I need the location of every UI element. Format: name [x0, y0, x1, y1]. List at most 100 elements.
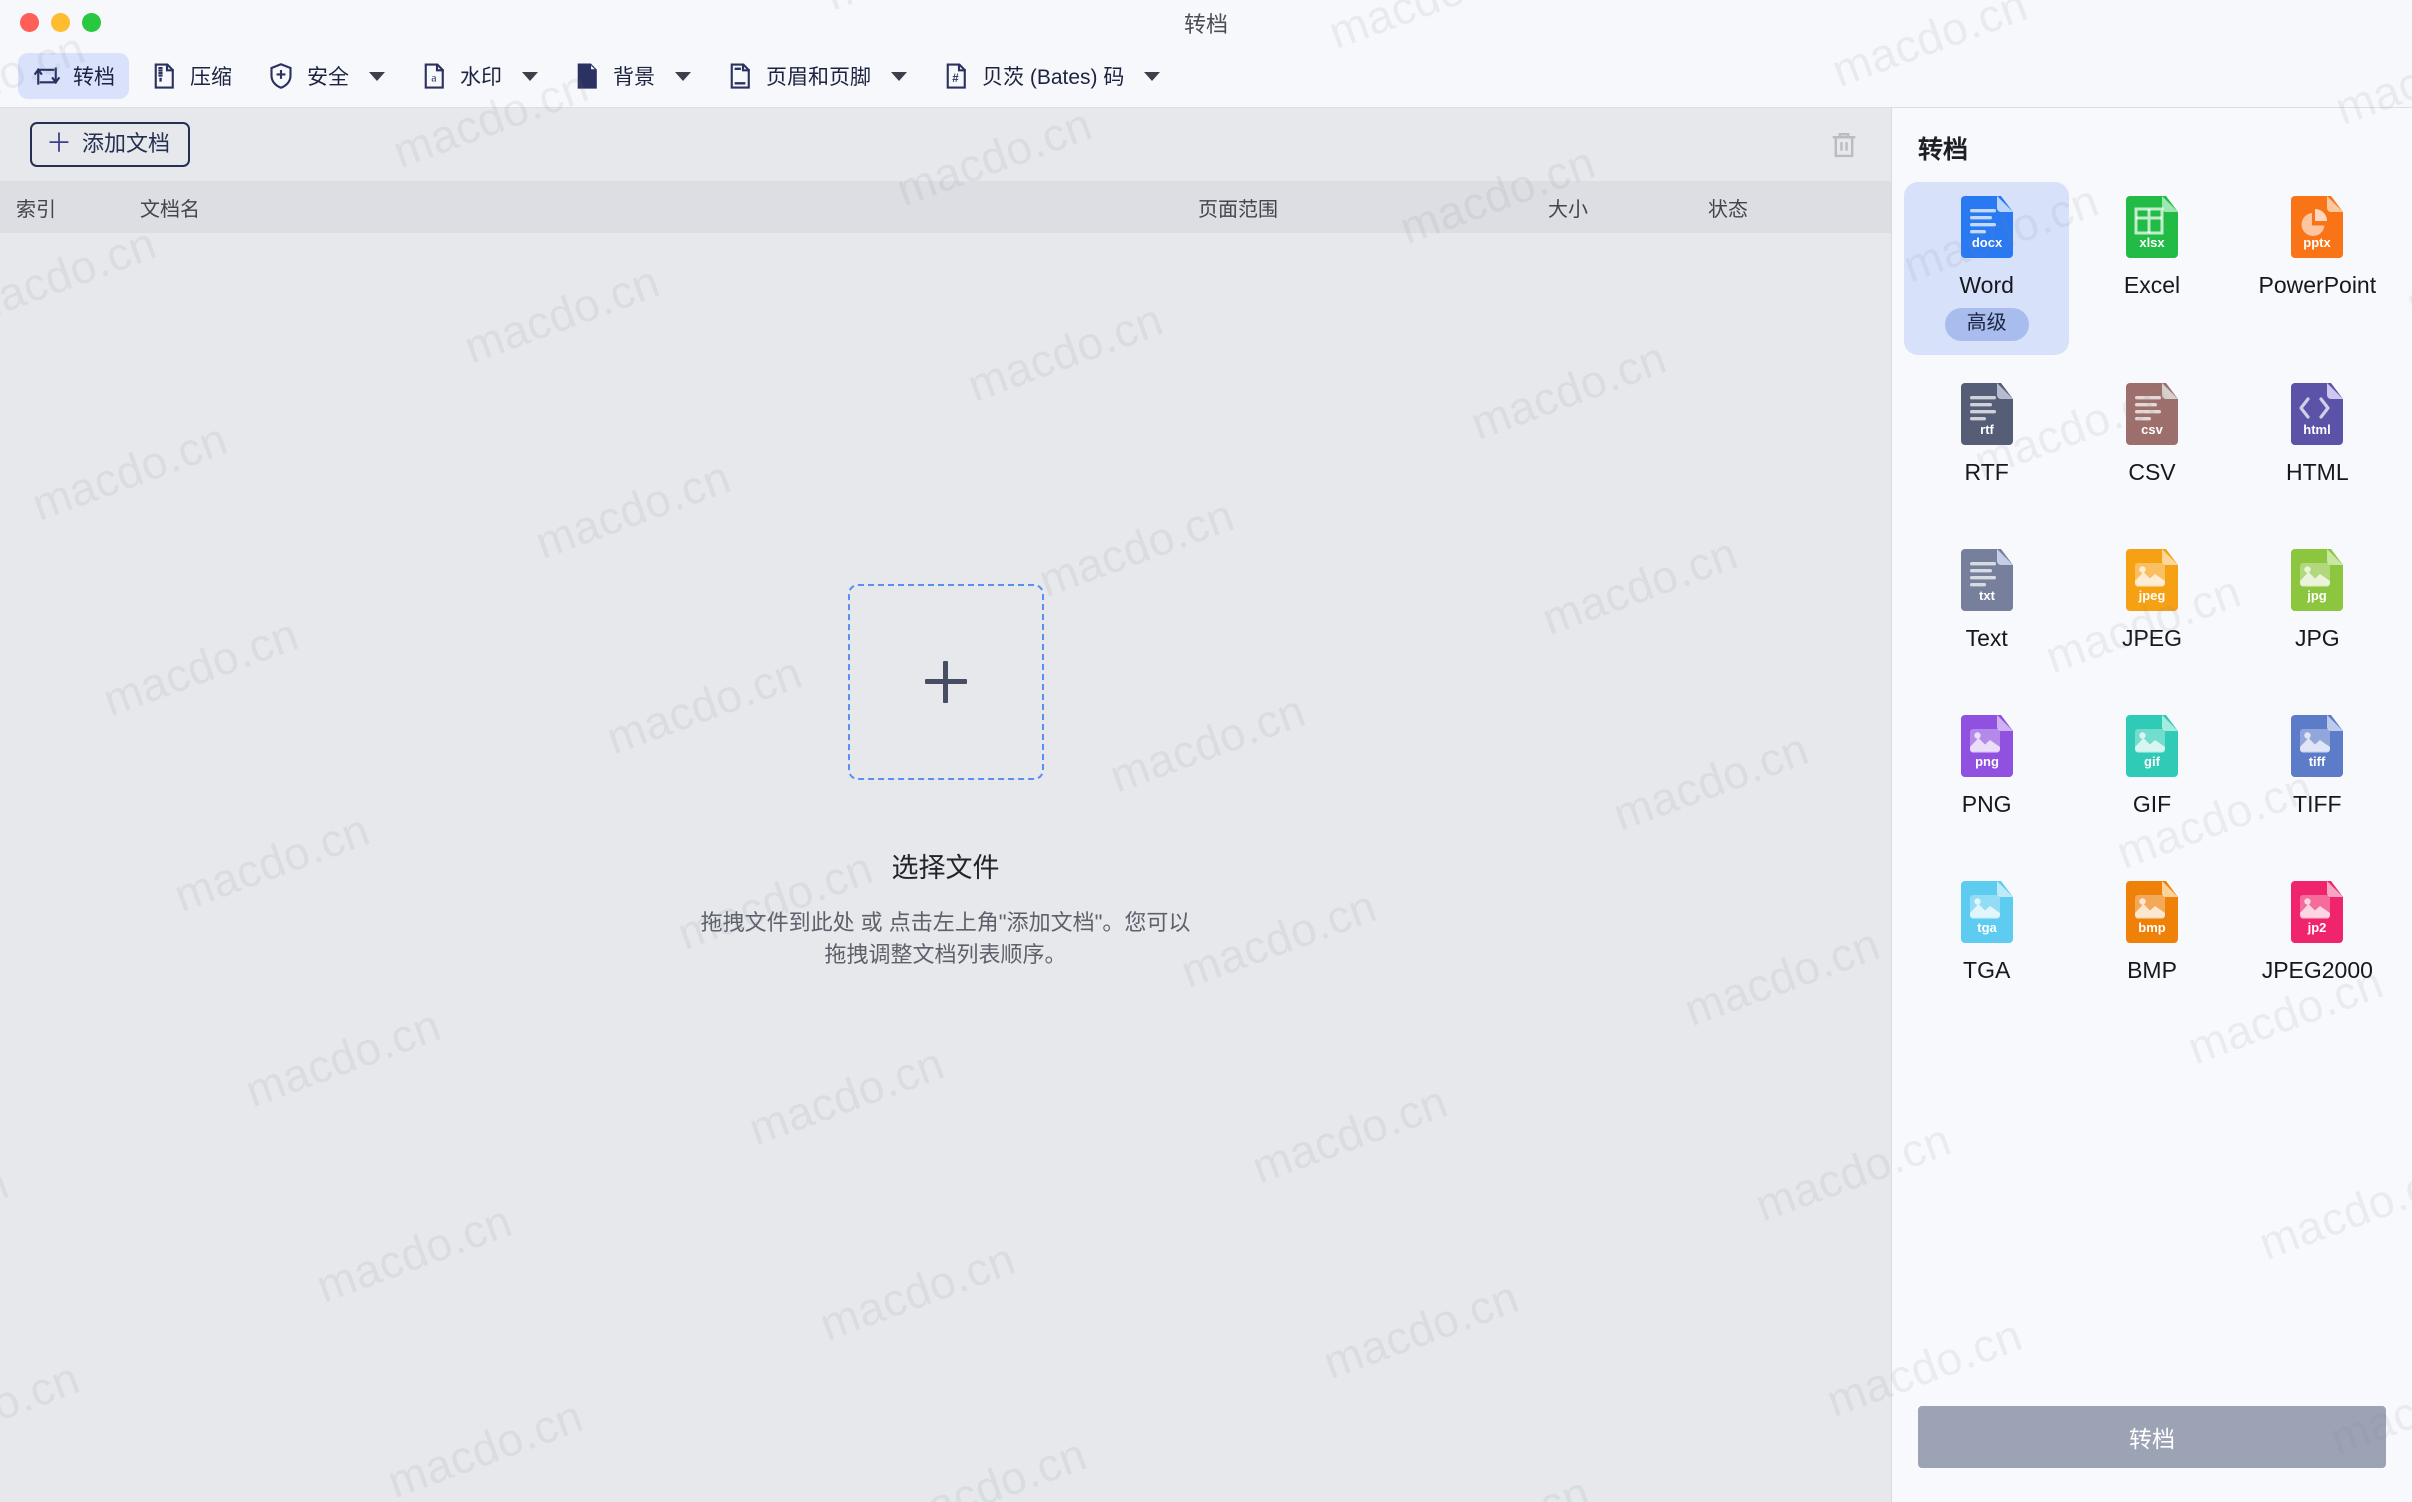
header-footer-document-icon: [725, 61, 755, 91]
column-header-name[interactable]: 文档名: [140, 193, 200, 222]
toolbar-item-4[interactable]: 背景: [558, 53, 705, 99]
body: ＋ 添加文档 索引 文档名 页面范围 大小 状态 选择文件 拖拽文件到此处 或 …: [0, 108, 2412, 1502]
format-option-tga[interactable]: tga TGA: [1904, 867, 2069, 1019]
panel-title: 转档: [1918, 136, 1969, 164]
svg-text:rtf: rtf: [1980, 422, 1994, 437]
svg-text:a: a: [431, 70, 437, 84]
document-list-pane: ＋ 添加文档 索引 文档名 页面范围 大小 状态 选择文件 拖拽文件到此处 或 …: [0, 108, 1891, 1502]
add-document-button[interactable]: ＋ 添加文档: [30, 122, 191, 167]
convert-button[interactable]: 转档: [1918, 1406, 2386, 1468]
svg-text:txt: txt: [1979, 588, 1996, 603]
chevron-down-icon[interactable]: [1144, 71, 1161, 81]
txt-file-icon: txt: [1960, 549, 2013, 611]
tiff-file-icon: tiff: [2291, 715, 2344, 777]
trash-icon: [1832, 132, 1856, 157]
format-option-powerpoint[interactable]: pptx PowerPoint: [2235, 182, 2400, 355]
format-label: PNG: [1961, 791, 2012, 817]
svg-text:xlsx: xlsx: [2139, 235, 2165, 250]
toolbar-item-label: 水印: [460, 66, 502, 89]
svg-text:csv: csv: [2141, 422, 2163, 437]
add-document-label: 添加文档: [82, 131, 171, 156]
column-header-page_range[interactable]: 页面范围: [1198, 193, 1278, 222]
chevron-down-icon[interactable]: [675, 71, 691, 81]
document-table-header: 索引 文档名 页面范围 大小 状态: [0, 181, 1891, 233]
format-label: Word: [1959, 272, 2014, 298]
format-option-tiff[interactable]: tiff TIFF: [2235, 701, 2400, 853]
app-window: 转档 转档 压缩 安全 a 水印 背景 页眉和页脚 # 贝茨 (Bates) 码 ＋ 添加文档: [0, 0, 2412, 1502]
background-filled-document-icon: [572, 61, 602, 91]
compress-document-icon: [149, 61, 179, 91]
toolbar-item-6[interactable]: # 贝茨 (Bates) 码: [927, 53, 1174, 99]
dropzone-title: 选择文件: [891, 853, 1000, 884]
chevron-down-icon[interactable]: [369, 71, 385, 81]
format-label: Text: [1965, 625, 2008, 651]
svg-text:docx: docx: [1971, 235, 2002, 250]
column-header-index[interactable]: 索引: [16, 193, 56, 222]
column-header-status[interactable]: 状态: [1708, 193, 1748, 222]
format-option-rtf[interactable]: rtf RTF: [1904, 369, 2069, 521]
titlebar: 转档: [0, 0, 2412, 45]
format-label: HTML: [2286, 459, 2349, 485]
format-panel: 转档 docx Word 高级 xlsx Excel pptx PowerPoint r…: [1891, 108, 2412, 1502]
svg-text:tiff: tiff: [2309, 754, 2326, 769]
convert-arrows-icon: [32, 61, 62, 91]
svg-text:bmp: bmp: [2138, 920, 2166, 935]
svg-text:tga: tga: [1977, 920, 1997, 935]
toolbar-item-label: 背景: [613, 66, 655, 89]
watermark-a-document-icon: a: [419, 61, 449, 91]
format-label: JPG: [2294, 625, 2340, 651]
format-option-jpeg2000[interactable]: jp2 JPEG2000: [2235, 867, 2400, 1019]
format-label: Excel: [2123, 272, 2181, 298]
dropzone[interactable]: 选择文件 拖拽文件到此处 或 点击左上角"添加文档"。您可以拖拽调整文档列表顺序…: [0, 233, 1891, 1502]
format-label: RTF: [1964, 459, 2009, 485]
svg-text:html: html: [2304, 422, 2331, 437]
jp2-file-icon: jp2: [2291, 881, 2344, 943]
format-option-word[interactable]: docx Word 高级: [1904, 182, 2070, 355]
format-badge: 高级: [1944, 308, 2029, 341]
toolbar-item-label: 贝茨 (Bates) 码: [982, 66, 1125, 89]
toolbar-item-1[interactable]: 压缩: [135, 53, 246, 99]
tga-file-icon: tga: [1960, 881, 2013, 943]
delete-document-button[interactable]: [1823, 124, 1865, 166]
format-label: JPEG: [2121, 625, 2183, 651]
xlsx-file-icon: xlsx: [2125, 196, 2178, 258]
svg-text:jpg: jpg: [2307, 588, 2328, 603]
html-file-icon: html: [2291, 383, 2344, 445]
toolbar-item-0[interactable]: 转档: [18, 53, 129, 99]
plus-icon: ＋: [46, 128, 73, 158]
format-option-excel[interactable]: xlsx Excel: [2069, 182, 2234, 355]
png-file-icon: png: [1960, 715, 2013, 777]
svg-text:png: png: [1975, 754, 1999, 769]
dropzone-target[interactable]: [847, 584, 1044, 781]
svg-text:pptx: pptx: [2304, 235, 2332, 250]
toolbar-item-label: 页眉和页脚: [766, 66, 871, 89]
format-option-jpeg[interactable]: jpeg JPEG: [2069, 535, 2234, 687]
toolbar-item-label: 安全: [307, 66, 349, 89]
dropzone-subtitle: 拖拽文件到此处 或 点击左上角"添加文档"。您可以拖拽调整文档列表顺序。: [700, 910, 1191, 967]
jpg-file-icon: jpg: [2291, 549, 2344, 611]
chevron-down-icon[interactable]: [891, 71, 907, 81]
toolbar-item-3[interactable]: a 水印: [405, 53, 552, 99]
format-option-html[interactable]: html HTML: [2235, 369, 2400, 521]
format-label: TIFF: [2293, 791, 2342, 817]
rtf-file-icon: rtf: [1960, 383, 2013, 445]
format-option-jpg[interactable]: jpg JPG: [2235, 535, 2400, 687]
format-option-csv[interactable]: csv CSV: [2069, 369, 2234, 521]
jpeg-file-icon: jpeg: [2125, 549, 2178, 611]
format-option-gif[interactable]: gif GIF: [2069, 701, 2234, 853]
toolbar-item-2[interactable]: 安全: [252, 53, 399, 99]
format-label: BMP: [2127, 957, 2177, 983]
toolbar-item-5[interactable]: 页眉和页脚: [711, 53, 921, 99]
column-header-size[interactable]: 大小: [1548, 193, 1588, 222]
bmp-file-icon: bmp: [2125, 881, 2178, 943]
format-option-png[interactable]: png PNG: [1904, 701, 2069, 853]
toolbar-item-label: 转档: [73, 66, 115, 89]
svg-text:#: #: [952, 73, 959, 85]
bates-number-document-icon: #: [941, 61, 971, 91]
format-label: GIF: [2132, 791, 2172, 817]
pptx-file-icon: pptx: [2291, 196, 2344, 258]
format-option-bmp[interactable]: bmp BMP: [2069, 867, 2234, 1019]
shield-plus-icon: [266, 61, 296, 91]
format-option-text[interactable]: txt Text: [1904, 535, 2069, 687]
chevron-down-icon[interactable]: [522, 71, 538, 81]
